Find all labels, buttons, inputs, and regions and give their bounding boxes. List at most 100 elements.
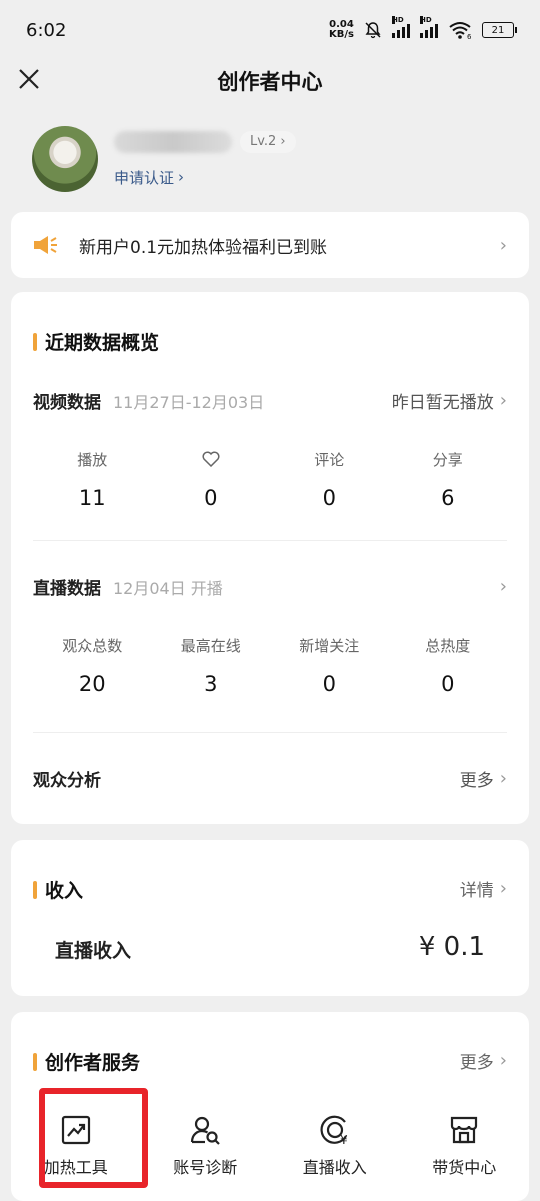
more-label: 更多 xyxy=(459,1053,494,1073)
speaker-icon xyxy=(34,236,57,254)
signal-icon: HD xyxy=(392,16,410,38)
username-blurred xyxy=(114,130,232,153)
live-data-label: 直播数据 xyxy=(33,579,101,599)
stat-value: 6 xyxy=(441,486,455,510)
apply-verification-link[interactable]: 申请认证 › xyxy=(114,167,296,188)
stat-shares[interactable]: 分享 6 xyxy=(389,448,508,511)
details-label: 详情 xyxy=(459,881,494,901)
stat-value: 20 xyxy=(78,672,106,696)
avatar[interactable] xyxy=(32,126,98,192)
name-row: Lv.2 › xyxy=(114,130,296,153)
service-label: 账号诊断 xyxy=(173,1158,238,1177)
video-data-label: 视频数据 xyxy=(33,393,101,413)
stat-value: 0 xyxy=(322,486,336,510)
user-search-icon xyxy=(191,1116,221,1145)
signal1-label: HD xyxy=(392,16,404,24)
stat-label: 分享 xyxy=(432,450,463,469)
stat-value: 0 xyxy=(322,672,336,696)
stat-total-heat[interactable]: 总热度 0 xyxy=(389,634,508,697)
level-badge[interactable]: Lv.2 › xyxy=(240,130,296,153)
bell-muted-icon xyxy=(365,22,381,39)
notice-text: 新用户0.1元加热体验福利已到账 xyxy=(79,237,328,258)
live-income-label: 直播收入 xyxy=(55,940,132,962)
svg-text:¥: ¥ xyxy=(340,1133,348,1146)
audience-analysis-row[interactable]: 观众分析 更多 › xyxy=(33,766,507,791)
status-time: 6:02 xyxy=(26,19,67,41)
chevron-right-icon: › xyxy=(499,878,507,899)
chevron-right-icon: › xyxy=(499,234,507,256)
profile-header: Lv.2 › 申请认证 › xyxy=(32,124,296,194)
chevron-right-icon: › xyxy=(499,390,507,411)
page-title: 创作者中心 xyxy=(217,70,323,94)
overview-title: 近期数据概览 xyxy=(33,328,159,355)
highlight-annotation xyxy=(39,1088,148,1188)
income-title-text: 收入 xyxy=(45,880,84,902)
status-bar: 6:02 0.04 KB/s HD HD 6 21 xyxy=(0,0,540,60)
more-label: 更多 xyxy=(459,771,494,791)
divider xyxy=(33,732,507,733)
video-data-date: 11月27日-12月03日 xyxy=(113,392,265,412)
status-icons: 0.04 KB/s HD HD 6 21 xyxy=(329,16,517,40)
stat-comments[interactable]: 评论 0 xyxy=(270,448,389,511)
stat-label: 新增关注 xyxy=(299,636,360,655)
video-data-row[interactable]: 视频数据 11月27日-12月03日 昨日暂无播放 › xyxy=(33,388,507,413)
service-label: 直播收入 xyxy=(302,1158,367,1177)
notice-banner[interactable]: 新用户0.1元加热体验福利已到账 › xyxy=(11,212,529,278)
income-card: 收入 详情 › 直播收入 ¥ 0.1 xyxy=(11,840,529,996)
video-status-text: 昨日暂无播放 xyxy=(391,393,494,413)
stat-plays[interactable]: 播放 11 xyxy=(33,448,152,511)
service-account-diagnosis[interactable]: 账号诊断 xyxy=(141,1100,271,1192)
overview-title-text: 近期数据概览 xyxy=(45,332,160,354)
close-button[interactable] xyxy=(14,64,44,94)
stat-value: 3 xyxy=(204,672,218,696)
nav-bar: 创作者中心 xyxy=(0,60,540,102)
stat-new-followers[interactable]: 新增关注 0 xyxy=(270,634,389,697)
live-data-date: 12月04日 开播 xyxy=(113,578,223,598)
service-commerce-center[interactable]: 带货中心 xyxy=(400,1100,530,1192)
services-title-text: 创作者服务 xyxy=(45,1052,141,1074)
chevron-right-icon: › xyxy=(499,576,507,597)
chevron-right-icon: › xyxy=(499,1050,507,1071)
service-live-income[interactable]: ¥ 直播收入 xyxy=(270,1100,400,1192)
stat-value: 0 xyxy=(441,672,455,696)
stat-total-viewers[interactable]: 观众总数 20 xyxy=(33,634,152,697)
stat-value: 11 xyxy=(78,486,106,510)
speed-unit: KB/s xyxy=(329,29,354,40)
wifi-badge: 6 xyxy=(467,33,472,39)
divider xyxy=(33,540,507,541)
wifi-icon: 6 xyxy=(449,22,472,39)
heart-icon xyxy=(202,451,220,467)
live-data-arrow: › xyxy=(500,576,507,597)
video-stats: 播放 11 0 评论 0 分享 6 xyxy=(33,448,508,511)
store-icon xyxy=(451,1116,478,1144)
income-title: 收入 xyxy=(33,876,83,903)
live-stats: 观众总数 20 最高在线 3 新增关注 0 总热度 0 xyxy=(33,634,508,697)
stat-label: 最高在线 xyxy=(180,636,241,655)
stat-label: 评论 xyxy=(314,450,345,469)
level-label: Lv.2 xyxy=(250,134,277,149)
live-income-value: ¥ 0.1 xyxy=(418,932,485,962)
battery-icon: 21 xyxy=(482,22,517,38)
chevron-right-icon: › xyxy=(280,134,286,149)
stat-label xyxy=(202,448,220,470)
stat-likes[interactable]: 0 xyxy=(152,448,271,510)
audience-more: 更多 › xyxy=(460,766,507,791)
apply-label: 申请认证 xyxy=(114,168,175,187)
close-icon xyxy=(19,69,39,89)
service-label: 带货中心 xyxy=(432,1158,497,1177)
video-data-status: 昨日暂无播放 › xyxy=(392,388,507,413)
audience-analysis-label: 观众分析 xyxy=(33,771,101,791)
chevron-right-icon: › xyxy=(499,768,507,789)
stat-peak-online[interactable]: 最高在线 3 xyxy=(152,634,271,697)
stat-label: 总热度 xyxy=(425,636,471,655)
services-more-link[interactable]: 更多 › xyxy=(460,1048,507,1073)
network-speed: 0.04 KB/s xyxy=(329,20,354,40)
profile-info: Lv.2 › 申请认证 › xyxy=(114,130,296,188)
chevron-right-icon: › xyxy=(178,168,185,186)
live-data-row[interactable]: 直播数据 12月04日 开播 › xyxy=(33,574,507,599)
stat-label: 观众总数 xyxy=(62,636,123,655)
signal2-label: HD xyxy=(420,16,432,24)
income-details-link[interactable]: 详情 › xyxy=(460,876,507,901)
battery-level: 21 xyxy=(491,24,505,36)
stat-value: 0 xyxy=(204,486,218,510)
